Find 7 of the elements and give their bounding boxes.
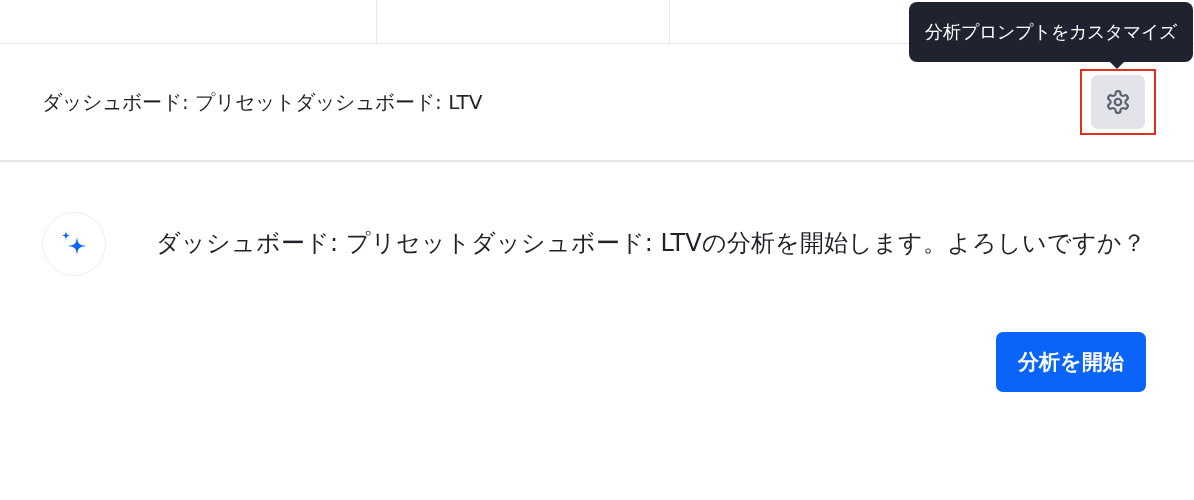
settings-button[interactable] bbox=[1091, 75, 1145, 129]
assistant-message: ダッシュボード: プリセットダッシュボード: LTVの分析を開始します。よろしいですか？ bbox=[156, 228, 1146, 259]
start-analysis-button[interactable]: 分析を開始 bbox=[996, 332, 1146, 392]
settings-icon bbox=[1105, 89, 1131, 115]
dashboard-title: ダッシュボード: プリセットダッシュボード: LTV bbox=[42, 88, 483, 116]
tooltip-arrow bbox=[1108, 60, 1126, 69]
tooltip: 分析プロンプトをカスタマイズ bbox=[909, 2, 1193, 62]
